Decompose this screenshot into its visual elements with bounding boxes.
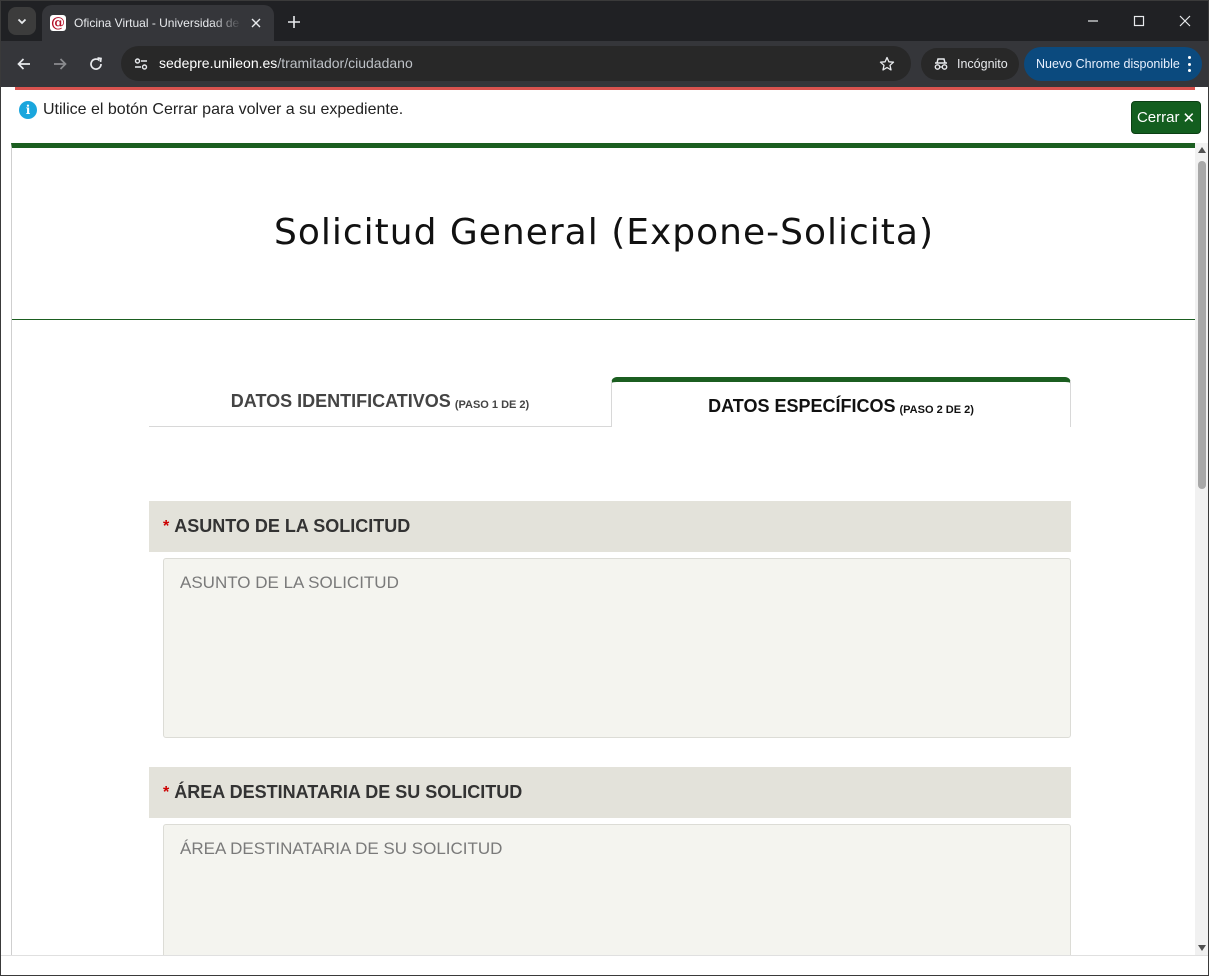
asunto-field[interactable] — [163, 558, 1071, 738]
scroll-up-arrow-icon[interactable] — [1198, 147, 1206, 153]
reload-icon — [90, 57, 102, 70]
page-scrollbar[interactable] — [1195, 143, 1208, 955]
window-bottom-edge — [1, 955, 1208, 975]
browser-tab[interactable]: @ Oficina Virtual - Universidad de León — [42, 5, 274, 41]
info-icon: i — [19, 101, 37, 119]
plus-icon — [288, 16, 300, 28]
page-title: Solicitud General (Expone-Solicita) — [273, 212, 935, 253]
step-sub: (PASO 1 DE 2) — [454, 398, 530, 411]
more-options-icon[interactable] — [1186, 56, 1192, 72]
required-mark: * — [163, 517, 170, 535]
section-header-asunto: * ASUNTO DE LA SOLICITUD — [149, 501, 1071, 552]
url-text: sedepre.unileon.es/tramitador/ciudadano — [159, 55, 413, 71]
tab-title: Oficina Virtual - Universidad de León — [74, 16, 242, 30]
scroll-down-arrow-icon[interactable] — [1198, 945, 1206, 951]
chrome-update-button[interactable]: Nuevo Chrome disponible — [1024, 47, 1202, 81]
site-settings-icon[interactable] — [129, 52, 153, 76]
forward-button[interactable] — [48, 52, 72, 76]
update-label: Nuevo Chrome disponible — [1036, 57, 1180, 71]
tab-close-button[interactable] — [248, 15, 264, 31]
minimize-icon — [1088, 20, 1098, 22]
incognito-indicator[interactable]: Incógnito — [921, 48, 1019, 80]
scroll-thumb[interactable] — [1198, 161, 1206, 489]
minimize-button[interactable] — [1079, 7, 1107, 35]
page-viewport: i Utilice el botón Cerrar para volver a … — [1, 87, 1208, 955]
tab-datos-especificos[interactable]: DATOS ESPECÍFICOS (PASO 2 DE 2) — [611, 377, 1071, 427]
close-icon — [251, 18, 261, 28]
step-label: DATOS IDENTIFICATIVOS — [230, 391, 451, 411]
section-header-area: * ÁREA DESTINATARIA DE SU SOLICITUD — [149, 767, 1071, 818]
browser-window: @ Oficina Virtual - Universidad de León — [0, 0, 1209, 976]
reload-button[interactable] — [84, 52, 108, 76]
new-tab-button[interactable] — [283, 11, 305, 33]
incognito-label: Incógnito — [957, 57, 1008, 71]
title-bar: @ Oficina Virtual - Universidad de León — [1, 1, 1208, 41]
back-button[interactable] — [12, 52, 36, 76]
bookmark-star-button[interactable] — [877, 54, 897, 74]
url-path: /tramitador/ciudadano — [277, 55, 413, 71]
tab-datos-identificativos[interactable]: DATOS IDENTIFICATIVOS (PASO 1 DE 2) — [149, 377, 611, 427]
address-bar[interactable]: sedepre.unileon.es/tramitador/ciudadano — [121, 46, 911, 81]
close-button-label: Cerrar — [1136, 109, 1180, 126]
step-label: DATOS ESPECÍFICOS — [708, 396, 896, 416]
close-icon: ✕ — [1182, 109, 1196, 127]
required-mark: * — [163, 783, 170, 801]
site-favicon-icon: @ — [50, 15, 66, 31]
tab-search-button[interactable] — [8, 7, 36, 35]
form-frame: Solicitud General (Expone-Solicita) DATO… — [11, 143, 1195, 955]
info-notice: i Utilice el botón Cerrar para volver a … — [19, 101, 403, 119]
star-icon — [879, 56, 895, 71]
step-sub: (PASO 2 DE 2) — [899, 403, 974, 416]
info-message: Utilice el botón Cerrar para volver a su… — [43, 101, 404, 118]
section-label: ÁREA DESTINATARIA DE SU SOLICITUD — [174, 782, 523, 802]
title-divider — [12, 319, 1195, 320]
arrow-right-icon — [54, 58, 67, 70]
close-icon — [1179, 15, 1191, 27]
section-label: ASUNTO DE LA SOLICITUD — [174, 516, 411, 536]
area-destinataria-field[interactable] — [163, 824, 1071, 955]
browser-toolbar: sedepre.unileon.es/tramitador/ciudadano … — [1, 41, 1208, 87]
url-host: sedepre.unileon.es — [159, 55, 278, 71]
arrow-left-icon — [17, 58, 30, 70]
top-accent-line — [15, 87, 1195, 90]
window-close-button[interactable] — [1171, 7, 1199, 35]
step-tabs: DATOS IDENTIFICATIVOS (PASO 1 DE 2) DATO… — [149, 377, 1071, 427]
incognito-icon — [934, 58, 948, 70]
maximize-icon — [1133, 15, 1145, 27]
maximize-button[interactable] — [1125, 7, 1153, 35]
chevron-down-icon — [17, 18, 27, 25]
close-button[interactable]: Cerrar ✕ — [1131, 101, 1201, 134]
